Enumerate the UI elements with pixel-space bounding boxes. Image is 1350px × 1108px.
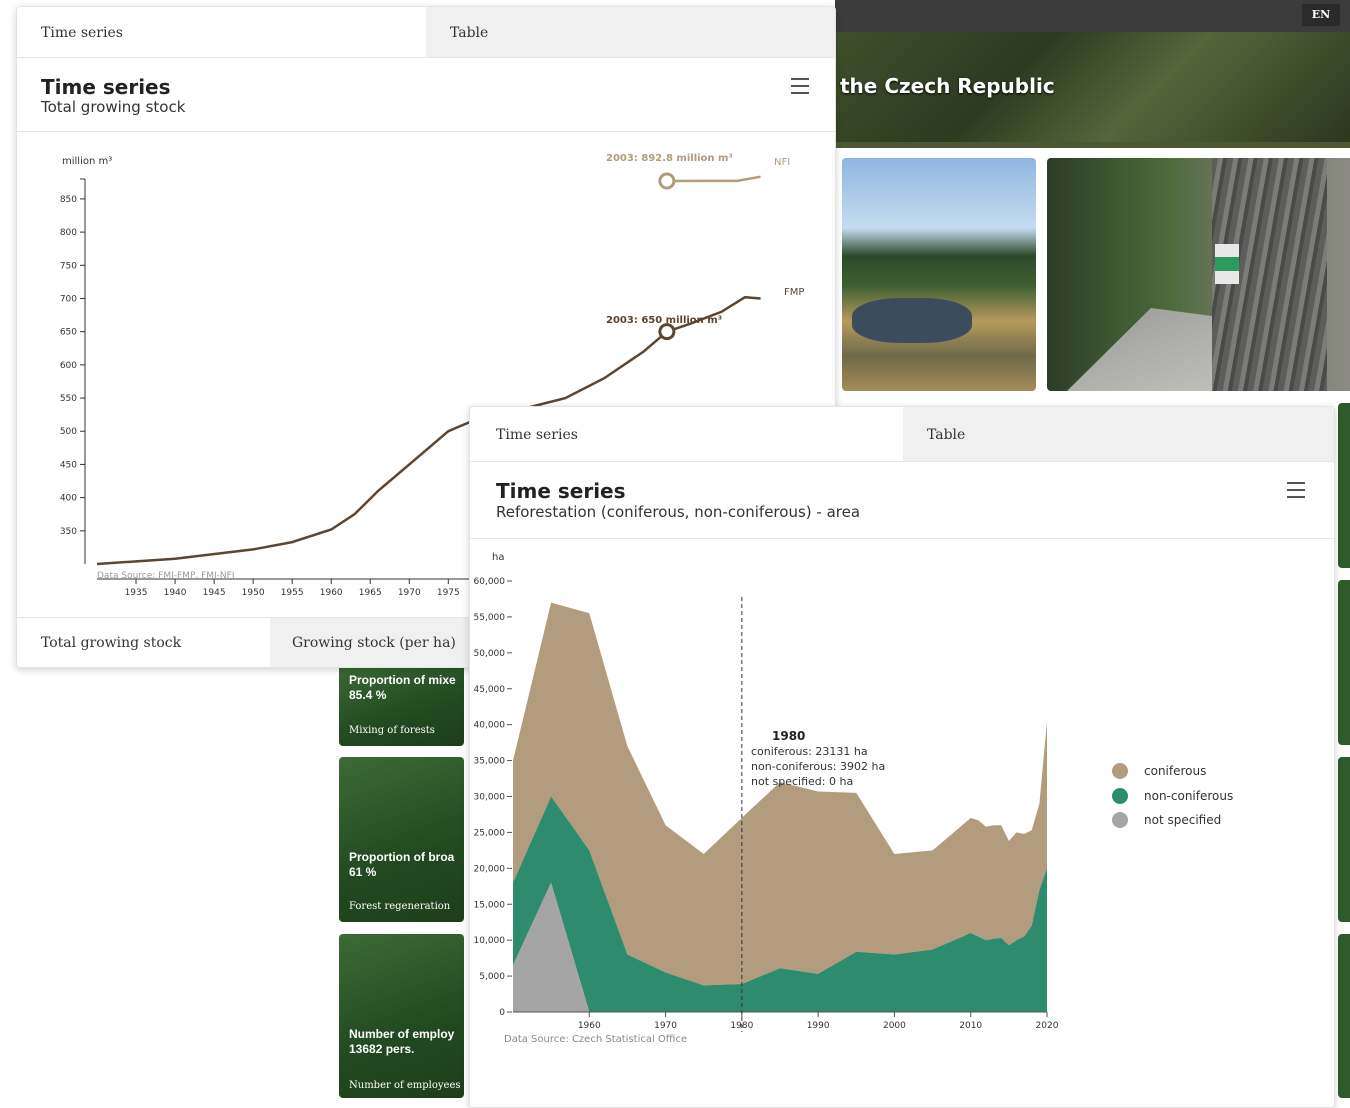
x-tick-label: 1970	[654, 1021, 677, 1031]
stat-card-title: Number of employ	[349, 1027, 455, 1041]
stat-card-caption: Forest regeneration	[349, 901, 451, 912]
series-nfi-line	[666, 175, 761, 183]
photo-forest-road[interactable]	[1047, 158, 1350, 391]
chart-subtitle: Total growing stock	[41, 98, 186, 116]
x-tick-label: 1935	[125, 588, 148, 598]
y-tick-label: 15,000	[474, 900, 506, 910]
y-tick-label: 350	[60, 527, 77, 537]
y-tick-label: 600	[60, 361, 77, 371]
y-tick-label: 5,000	[479, 972, 505, 982]
x-tick-label: 2010	[959, 1021, 982, 1031]
x-tick-label: 1960	[578, 1021, 601, 1031]
legend-label-not-specified[interactable]: not specified	[1144, 813, 1221, 827]
x-tick-label: 1970	[398, 588, 421, 598]
chart-title: Time series	[41, 75, 171, 99]
legend-label-coniferous[interactable]: coniferous	[1144, 764, 1206, 778]
x-tick-label: 2000	[883, 1021, 906, 1031]
stat-card-value: 13682 pers.	[349, 1042, 415, 1056]
y-tick-label: 25,000	[474, 828, 506, 838]
tooltip: 1980 coniferous: 23131 ha non-coniferous…	[751, 729, 885, 788]
x-tick-label: 1960	[320, 588, 343, 598]
y-tick-label: 550	[60, 394, 77, 404]
nfi-highlight-marker[interactable]	[658, 172, 676, 190]
stat-card-employees[interactable]: Number of employ 13682 pers. Number of e…	[339, 934, 464, 1098]
y-tick-label: 20,000	[474, 864, 506, 874]
legend-swatch-not-specified[interactable]	[1112, 812, 1128, 828]
tab-total-growing-stock[interactable]: Total growing stock	[17, 618, 270, 667]
y-tick-label: 750	[60, 261, 77, 271]
side-card-1[interactable]	[1338, 403, 1350, 568]
hamburger-menu-icon[interactable]	[1287, 482, 1305, 498]
tooltip-not-specified: not specified: 0 ha	[751, 775, 853, 788]
nfi-annotation: 2003: 892.8 million m³	[606, 153, 733, 164]
tooltip-non-coniferous: non-coniferous: 3902 ha	[751, 760, 885, 773]
y-axis-unit-label: million m³	[62, 156, 112, 167]
hero-title: the Czech Republic	[840, 74, 1055, 98]
y-tick-label: 500	[60, 427, 77, 437]
y-tick-label: 60,000	[474, 577, 506, 587]
stat-card-title: Proportion of broa	[349, 850, 455, 864]
tab-table[interactable]: Table	[426, 7, 835, 57]
x-tick-label: 1950	[242, 588, 265, 598]
y-tick-label: 40,000	[474, 721, 506, 731]
legend-swatch-coniferous[interactable]	[1112, 763, 1128, 779]
x-tick-label: 1965	[359, 588, 382, 598]
tab-table[interactable]: Table	[903, 407, 1334, 461]
y-tick-label: 50,000	[474, 649, 506, 659]
stat-card-caption: Number of employees an	[349, 1080, 464, 1091]
data-source-note: Data Source: FMI-FMP, FMI-NFI	[97, 571, 235, 581]
side-card-2[interactable]	[1338, 580, 1350, 745]
chart-subtitle: Reforestation (coniferous, non-coniferou…	[496, 503, 861, 521]
side-card-3[interactable]	[1338, 757, 1350, 922]
stat-card-caption: Mixing of forests	[349, 725, 435, 736]
chart-title: Time series	[496, 479, 626, 503]
y-tick-label: 800	[60, 228, 77, 238]
y-tick-label: 700	[60, 294, 77, 304]
x-tick-label: 1975	[437, 588, 460, 598]
y-tick-label: 400	[60, 494, 77, 504]
reforestation-area-chart: ha 0 5,000 10,000 15,000 20,000 25,000 30,000 3…	[474, 552, 1234, 1045]
chart-panel-reforestation: Time series Table Time series Reforestat…	[469, 406, 1335, 1108]
x-tick-label: 1940	[164, 588, 187, 598]
tab-time-series[interactable]: Time series	[470, 407, 903, 461]
y-tick-label: 450	[60, 460, 77, 470]
fmp-highlight-marker[interactable]	[658, 323, 676, 341]
legend-label-non-coniferous[interactable]: non-coniferous	[1144, 789, 1233, 803]
tooltip-coniferous: coniferous: 23131 ha	[751, 745, 868, 758]
y-tick-label: 45,000	[474, 685, 506, 695]
legend-swatch-non-coniferous[interactable]	[1112, 788, 1128, 804]
stat-card-value: 61 %	[349, 865, 377, 879]
stat-card-broadleaved[interactable]: Proportion of broa 61 % Forest regenerat…	[339, 757, 464, 922]
fmp-series-label: FMP	[784, 287, 804, 298]
y-tick-label: 0	[499, 1008, 505, 1018]
stat-card-title: Proportion of mixe	[349, 673, 456, 687]
stat-card-mixing[interactable]: Proportion of mixe 85.4 % Mixing of fore…	[339, 664, 464, 746]
y-tick-label: 35,000	[474, 757, 506, 767]
x-tick-label: 1945	[203, 588, 226, 598]
language-switch[interactable]: EN	[1302, 4, 1340, 26]
nfi-series-label: NFI	[774, 157, 790, 168]
hamburger-menu-icon[interactable]	[791, 78, 809, 94]
data-source-note: Data Source: Czech Statistical Office	[504, 1034, 687, 1045]
x-tick-label: 2020	[1036, 1021, 1059, 1031]
stat-card-value: 85.4 %	[349, 688, 387, 702]
y-tick-label: 650	[60, 328, 77, 338]
site-top-bar	[835, 0, 1350, 32]
hero-divider	[835, 142, 1350, 148]
y-tick-label: 30,000	[474, 793, 506, 803]
y-tick-label: 10,000	[474, 936, 506, 946]
fmp-annotation: 2003: 650 million m³	[606, 315, 722, 326]
tab-time-series[interactable]: Time series	[17, 7, 426, 57]
side-card-4[interactable]	[1338, 934, 1350, 1098]
y-tick-label: 850	[60, 195, 77, 205]
y-axis-unit-label: ha	[492, 552, 504, 563]
photo-bog-landscape[interactable]	[842, 158, 1036, 391]
tooltip-year: 1980	[772, 729, 805, 743]
x-tick-label: 1990	[807, 1021, 830, 1031]
x-tick-label: 1955	[281, 588, 304, 598]
y-tick-label: 55,000	[474, 613, 506, 623]
legend: coniferous non-coniferous not specified	[1112, 763, 1233, 828]
